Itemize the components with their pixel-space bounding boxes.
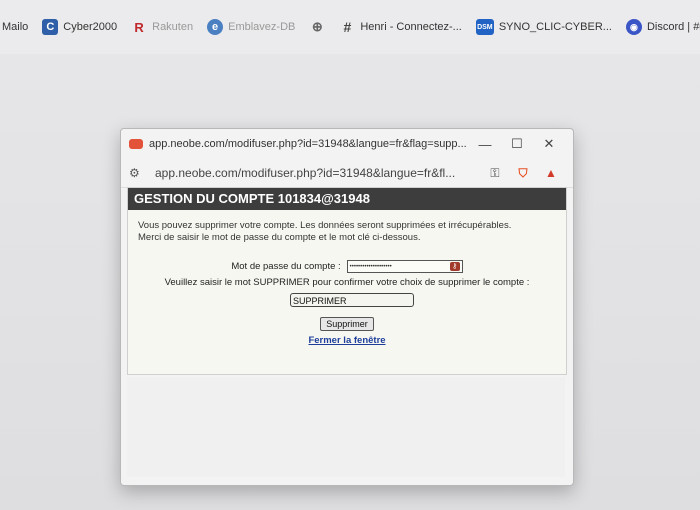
bookmark-label: Mailo <box>2 21 29 33</box>
bookmarks-bar: Mailo C Cyber2000 R Rakuten e Emblavez-DB ⊕ # Hen… <box>0 0 700 54</box>
bookmark-item[interactable]: Mailo <box>2 21 28 33</box>
confirm-label: Veuillez saisir le mot SUPPRIMER pour co… <box>164 277 530 288</box>
password-key-icon[interactable]: ⚿ <box>481 166 509 181</box>
cyber2000-icon: C <box>42 19 59 35</box>
popup-blank-area <box>127 377 565 477</box>
password-field[interactable]: •••••••••••••••••••• ⚷ <box>346 260 463 273</box>
bookmark-item[interactable]: e Emblavez-DB <box>207 19 295 35</box>
close-window-link[interactable]: Fermer la fenêtre <box>128 335 566 346</box>
rakuten-icon: R <box>134 19 144 35</box>
bookmark-item[interactable]: C Cyber2000 <box>42 19 117 35</box>
address-url[interactable]: app.neobe.com/modifuser.php?id=31948&lan… <box>155 166 481 180</box>
site-favicon-icon <box>129 139 143 149</box>
hashtag-icon: # <box>343 19 352 35</box>
password-manager-icon[interactable]: ⚷ <box>449 262 460 271</box>
popup-window: app.neobe.com/modifuser.php?id=31948&lan… <box>120 128 574 486</box>
password-label: Mot de passe du compte : <box>231 261 341 272</box>
bookmark-item[interactable]: # Henri - Connectez-... <box>339 19 461 35</box>
password-value: •••••••••••••••••••• <box>349 263 392 270</box>
popup-title: app.neobe.com/modifuser.php?id=31948&lan… <box>149 138 467 150</box>
minimize-button[interactable]: — <box>469 137 501 152</box>
bookmark-label: Henri - Connectez-... <box>360 21 462 33</box>
bookmark-label: SYNO_CLIC-CYBER... <box>498 21 612 33</box>
emblavez-icon: e <box>207 19 224 35</box>
bookmark-item[interactable]: ◉ Discord | #général |... <box>625 19 700 35</box>
page-title: GESTION DU COMPTE 101834@31948 <box>128 188 566 210</box>
intro-text: Vous pouvez supprimer votre compte. Les … <box>138 220 556 244</box>
account-panel: GESTION DU COMPTE 101834@31948 Vous pouv… <box>127 187 567 404</box>
bookmark-label: Rakuten <box>152 21 194 33</box>
confirm-input[interactable]: SUPPRIMER <box>290 293 414 307</box>
password-row: Mot de passe du compte : •••••••••••••••… <box>128 260 566 273</box>
address-bar[interactable]: ⚙ app.neobe.com/modifuser.php?id=31948&l… <box>121 159 573 188</box>
close-window-button[interactable]: ✕ <box>533 136 565 152</box>
bookmark-item[interactable]: ⊕ <box>309 19 325 35</box>
syno-icon: DSM <box>475 19 494 35</box>
delete-button[interactable]: Supprimer <box>320 317 374 331</box>
intro-line-1: Vous pouvez supprimer votre compte. Les … <box>138 220 512 231</box>
brave-shield-icon[interactable]: ⛉ <box>509 166 537 181</box>
maximize-button[interactable]: ☐ <box>501 136 533 152</box>
bookmark-item[interactable]: DSM SYNO_CLIC-CYBER... <box>475 19 612 35</box>
bookmark-label: Cyber2000 <box>63 21 118 33</box>
site-settings-icon[interactable]: ⚙ <box>129 166 149 180</box>
confirm-row: SUPPRIMER <box>138 293 566 307</box>
popup-titlebar[interactable]: app.neobe.com/modifuser.php?id=31948&lan… <box>121 129 573 159</box>
submit-row: Supprimer <box>128 317 566 331</box>
bookmark-label: Discord | #général |... <box>646 21 700 33</box>
intro-line-2: Merci de saisir le mot de passe du compt… <box>138 232 421 243</box>
brave-rewards-icon[interactable]: ▲ <box>537 166 565 180</box>
globe-icon: ⊕ <box>311 19 323 34</box>
discord-icon: ◉ <box>625 19 642 35</box>
bookmark-label: Emblavez-DB <box>228 21 296 33</box>
bookmark-item[interactable]: R Rakuten <box>131 19 193 35</box>
